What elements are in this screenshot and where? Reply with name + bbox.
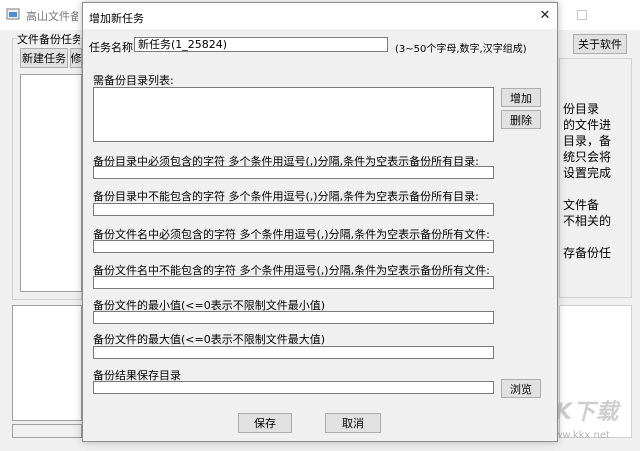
about-button[interactable]: 关于软件	[573, 34, 627, 54]
max-size-label: 备份文件的最大值(<=0表示不限制文件最大值)	[93, 333, 326, 346]
info-line: 的文件进	[563, 118, 612, 132]
info-line: 设置完成	[563, 166, 612, 180]
edit-task-button[interactable]: 修	[70, 48, 82, 68]
dir-exclude-input[interactable]	[93, 203, 494, 216]
file-include-input[interactable]	[93, 240, 494, 253]
info-line: 不相关的	[563, 214, 612, 228]
task-group-title: 文件备份任务	[17, 31, 80, 47]
new-task-button[interactable]: 新建任务	[20, 48, 68, 68]
main-close-icon[interactable]	[606, 3, 636, 27]
result-dir-input[interactable]	[93, 381, 494, 394]
info-line	[563, 229, 631, 245]
maximize-icon[interactable]	[577, 10, 587, 20]
dir-list-label: 需备份目录列表:	[93, 74, 174, 87]
info-line	[563, 181, 631, 197]
main-window-title: 高山文件备份	[26, 10, 78, 23]
browse-button[interactable]: 浏览	[501, 379, 541, 398]
bottom-scroll-bar[interactable]	[12, 424, 82, 438]
dir-include-input[interactable]	[93, 166, 494, 179]
dir-exclude-label: 备份目录中不能包含的字符 多个条件用逗号(,)分隔,条件为空表示备份所有目录:	[93, 190, 479, 203]
dir-list-box[interactable]	[93, 87, 494, 142]
task-name-label: 任务名称:	[89, 41, 137, 54]
info-line: 目录，备	[563, 134, 612, 148]
app-icon	[6, 8, 20, 20]
task-name-hint: (3~50个字母,数字,汉字组成)	[395, 44, 527, 55]
info-line: 存备份任	[563, 246, 612, 260]
task-list[interactable]	[20, 74, 82, 292]
info-line: 统只会将	[563, 150, 612, 164]
file-exclude-input[interactable]	[93, 276, 494, 289]
dialog-close-icon[interactable]: ✕	[536, 7, 554, 25]
delete-directory-button[interactable]: 删除	[501, 110, 541, 129]
min-size-input[interactable]	[93, 311, 494, 324]
info-line: 文件备	[563, 198, 600, 212]
max-size-input[interactable]	[93, 346, 494, 359]
info-text-block: 份目录 的文件进 目录，备 统只会将 设置完成 文件备 不相关的 存备份任	[563, 101, 631, 261]
log-panel	[12, 305, 82, 421]
cancel-button[interactable]: 取消	[325, 413, 381, 433]
task-name-input[interactable]: 新任务(1_25824)	[134, 37, 388, 52]
dialog-title-bar	[83, 3, 557, 29]
save-button[interactable]: 保存	[238, 413, 292, 433]
dialog-title: 增加新任务	[89, 12, 144, 25]
add-directory-button[interactable]: 增加	[501, 88, 541, 107]
info-line: 份目录	[563, 102, 600, 116]
